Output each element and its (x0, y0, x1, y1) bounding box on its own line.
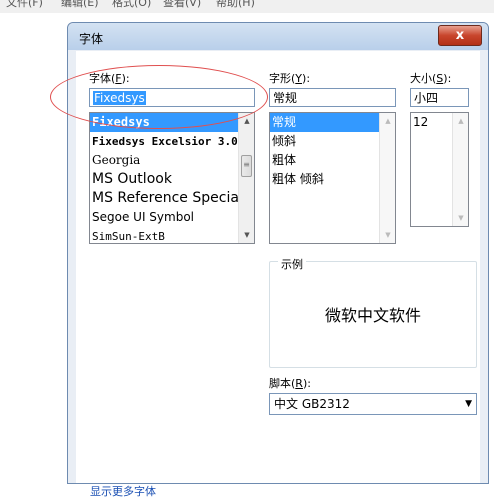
style-list-item[interactable]: 倾斜 (270, 132, 395, 151)
font-list-item[interactable]: MS Outlook (90, 170, 254, 189)
menu-bar: 文件(F) 编辑(E) 格式(O) 查看(V) 帮助(H) (0, 0, 494, 13)
font-style-list[interactable]: 常规 倾斜 粗体 粗体 倾斜 ▲ ▼ (269, 112, 396, 244)
scroll-thumb[interactable]: ≡ (241, 155, 252, 177)
close-button[interactable]: x (438, 25, 482, 46)
sample-group: 示例 微软中文软件 (269, 256, 477, 368)
menu-edit[interactable]: 编辑(E) (61, 0, 99, 10)
font-dialog: 字体 x 字体(F): Fixedsys Fixedsys Fixedsys E… (67, 22, 489, 498)
dialog-titlebar: 字体 x (68, 23, 488, 50)
style-list-item[interactable]: 粗体 (270, 151, 395, 170)
size-label: 大小(S): (410, 72, 452, 85)
style-list-item[interactable]: 常规 (270, 113, 395, 132)
menu-help[interactable]: 帮助(H) (216, 0, 255, 10)
sample-text: 微软中文软件 (324, 306, 421, 325)
font-style-input[interactable]: 常规 (269, 88, 396, 107)
font-list-scrollbar[interactable]: ▲ ≡ ▼ (238, 113, 254, 243)
style-label: 字形(Y): (269, 72, 311, 85)
font-size-input[interactable]: 小四 (410, 88, 469, 107)
scroll-up-icon[interactable]: ▲ (453, 113, 468, 129)
script-select[interactable]: 中文 GB2312 ▼ (269, 393, 477, 415)
dialog-body: 字体(F): Fixedsys Fixedsys Fixedsys Excels… (76, 51, 480, 498)
font-name-value: Fixedsys (93, 91, 146, 105)
dialog-title: 字体 (79, 32, 104, 46)
menu-file[interactable]: 文件(F) (6, 0, 43, 10)
font-list-item[interactable]: Segoe UI Symbol (90, 208, 254, 227)
font-label: 字体(F): (89, 72, 130, 85)
font-list-item[interactable]: MS Reference Specialty (90, 189, 254, 208)
font-list-item[interactable]: Fixedsys (90, 113, 254, 132)
size-list-scrollbar[interactable]: ▲ ▼ (452, 113, 468, 226)
chevron-down-icon[interactable]: ▼ (465, 394, 472, 414)
style-list-item[interactable]: 粗体 倾斜 (270, 170, 395, 189)
editor-background (0, 13, 67, 469)
font-size-list[interactable]: 12 ▲ ▼ (410, 112, 469, 227)
scroll-down-icon[interactable]: ▼ (453, 210, 468, 226)
show-more-fonts-link[interactable]: 显示更多字体 (90, 483, 156, 499)
style-list-scrollbar[interactable]: ▲ ▼ (379, 113, 395, 243)
font-list[interactable]: Fixedsys Fixedsys Excelsior 3.0 Georgia … (89, 112, 255, 244)
close-icon: x (455, 28, 465, 43)
sample-legend: 示例 (278, 256, 306, 272)
font-list-item[interactable]: SimSun-ExtB (90, 227, 254, 243)
menu-format[interactable]: 格式(O) (112, 0, 151, 10)
font-name-input[interactable]: Fixedsys (89, 88, 255, 107)
scroll-up-icon[interactable]: ▲ (380, 113, 395, 129)
font-list-item[interactable]: Fixedsys Excelsior 3.0 (90, 132, 254, 151)
scroll-up-icon[interactable]: ▲ (239, 113, 254, 129)
scroll-down-icon[interactable]: ▼ (239, 227, 254, 243)
scroll-down-icon[interactable]: ▼ (380, 227, 395, 243)
script-value: 中文 GB2312 (274, 397, 350, 411)
menu-view[interactable]: 查看(V) (163, 0, 201, 10)
font-list-item[interactable]: Georgia (90, 151, 254, 170)
script-label: 脚本(R): (269, 377, 311, 390)
